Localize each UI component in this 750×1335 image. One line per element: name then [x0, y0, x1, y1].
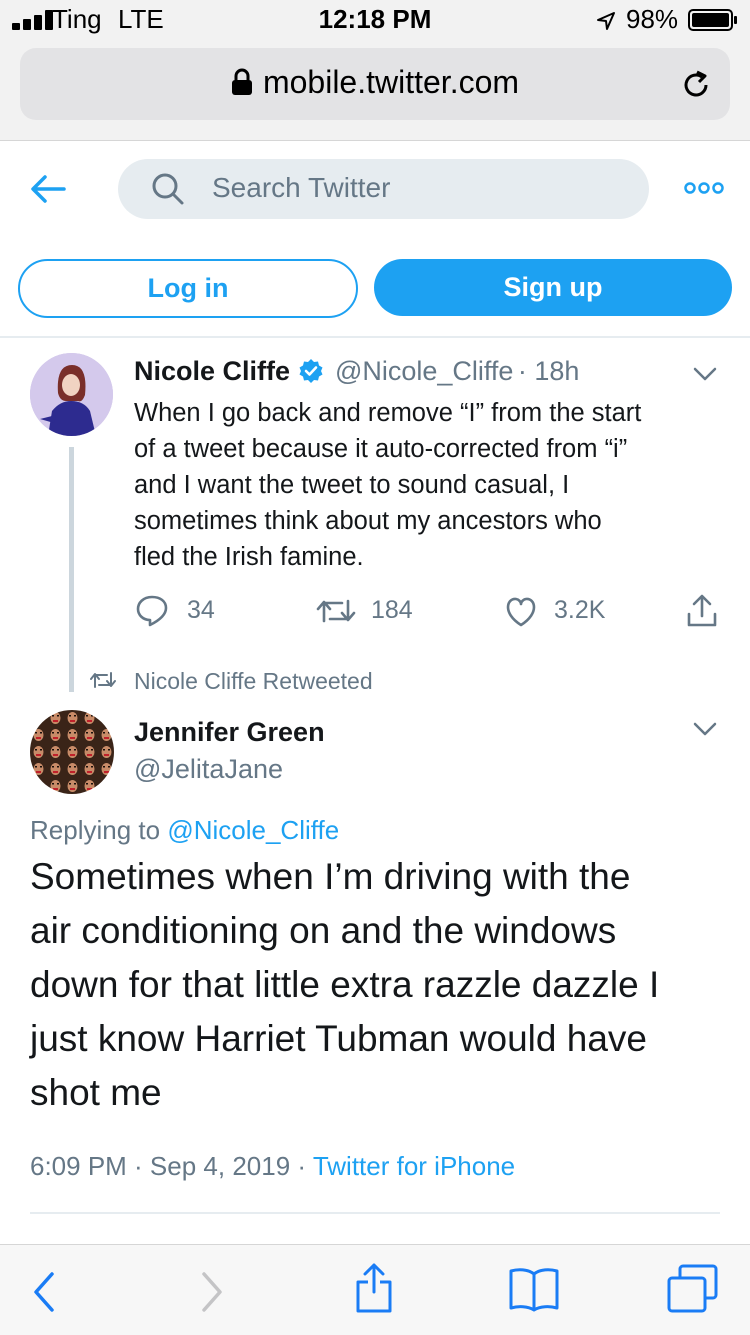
tweet-1-text: When I go back and remove “I” from the s… [134, 395, 641, 575]
replying-to-prefix: Replying to [30, 815, 168, 845]
retweet-icon [90, 672, 116, 688]
address-bar-text[interactable]: mobile.twitter.com [0, 64, 750, 101]
lock-icon [231, 68, 252, 95]
more-icon[interactable] [684, 182, 724, 194]
tweet-text-line: Sometimes when I’m driving with the [30, 856, 631, 897]
reply-icon[interactable] [135, 594, 169, 628]
battery-icon [688, 9, 737, 31]
like-count: 3.2K [554, 596, 606, 624]
search-icon [152, 173, 184, 205]
tweet-text-line: of a tweet because it auto-corrected fro… [134, 435, 628, 463]
reload-icon[interactable] [680, 68, 712, 102]
tweet-age: · 18h [517, 356, 580, 386]
avatar[interactable] [30, 710, 114, 794]
signup-button[interactable]: Sign up [374, 259, 732, 316]
browser-back-icon[interactable] [32, 1272, 56, 1312]
retweet-count: 184 [371, 596, 413, 624]
browser-forward-icon[interactable] [200, 1272, 224, 1312]
author-name[interactable]: Jennifer Green [134, 717, 325, 748]
tweet-1-header: Nicole Cliffe @Nicole_Cliffe · 18h [134, 356, 579, 387]
search-placeholder: Search Twitter [212, 172, 391, 203]
tweet-text-line: sometimes think about my ancestors who [134, 507, 602, 535]
tweet-2-text: Sometimes when I’m driving with the air … [30, 850, 659, 1120]
tweet-timestamp: 6:09 PM · Sep 4, 2019 · Twitter for iPho… [30, 1151, 515, 1182]
replying-to: Replying to @Nicole_Cliffe [30, 815, 339, 846]
avatar-illustration [30, 710, 114, 794]
tweet-text-line: just know Harriet Tubman would have [30, 1018, 647, 1059]
avatar[interactable] [30, 353, 113, 436]
tweet-text-line: fled the Irish famine. [134, 543, 364, 571]
author-handle[interactable]: @Nicole_Cliffe [335, 356, 513, 386]
tweet-text-line: and I want the tweet to sound casual, I [134, 471, 570, 499]
retweeted-by-label[interactable]: Nicole Cliffe Retweeted [134, 668, 373, 695]
verified-badge-icon [299, 359, 323, 383]
avatar-illustration [30, 353, 113, 436]
header-divider [0, 336, 750, 338]
retweet-icon[interactable] [316, 597, 356, 625]
bookmarks-icon[interactable] [508, 1266, 560, 1312]
tweet-text-line: When I go back and remove “I” from the s… [134, 399, 642, 427]
login-button[interactable]: Log in [18, 259, 358, 318]
share-icon[interactable] [685, 594, 719, 628]
share-icon[interactable] [355, 1262, 393, 1314]
tweet-divider [30, 1212, 720, 1214]
tweet-time: 6:09 PM · Sep 4, 2019 · [30, 1151, 307, 1181]
reply-count: 34 [187, 596, 215, 624]
heart-icon[interactable] [504, 596, 538, 628]
tweet-text-line: down for that little extra razzle dazzle… [30, 964, 660, 1005]
tweet-text-line: air conditioning on and the windows [30, 910, 617, 951]
thread-line [69, 447, 74, 692]
tweet-source[interactable]: Twitter for iPhone [313, 1151, 515, 1181]
location-arrow-icon [597, 12, 615, 30]
author-handle[interactable]: @JelitaJane [134, 754, 283, 785]
chevron-down-icon[interactable] [693, 722, 717, 736]
battery-percent: 98% [626, 4, 679, 34]
replying-to-handle[interactable]: @Nicole_Cliffe [167, 815, 339, 845]
tabs-icon[interactable] [666, 1264, 720, 1314]
author-name[interactable]: Nicole Cliffe [134, 356, 290, 386]
url: mobile.twitter.com [262, 64, 520, 100]
back-arrow-icon[interactable] [30, 174, 66, 204]
tweet-text-line: shot me [30, 1072, 162, 1113]
chevron-down-icon[interactable] [693, 367, 717, 381]
